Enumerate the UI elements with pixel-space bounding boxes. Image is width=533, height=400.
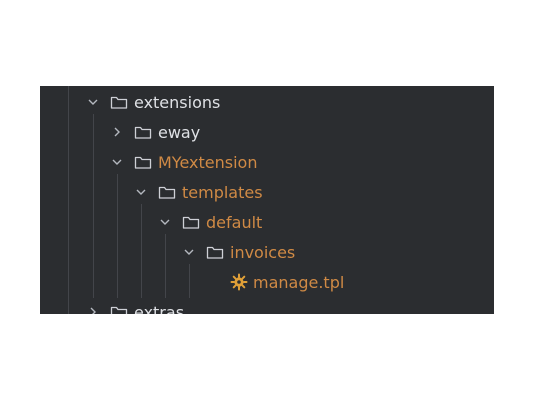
folder-icon [182, 215, 200, 230]
tree-item-label: eway [158, 122, 201, 142]
chevron-down-icon[interactable] [86, 95, 100, 109]
tree-item-extensions[interactable]: extensions [40, 87, 494, 117]
chevron-down-icon[interactable] [134, 185, 148, 199]
folder-icon [206, 245, 224, 260]
tree-item-manage-tpl[interactable]: manage.tpl [40, 267, 494, 297]
folder-icon [134, 155, 152, 170]
tree-item-templates[interactable]: templates [40, 177, 494, 207]
tree-item-extras[interactable]: extras [40, 297, 494, 314]
chevron-down-icon[interactable] [158, 215, 172, 229]
folder-icon [134, 125, 152, 140]
chevron-down-icon[interactable] [110, 155, 124, 169]
project-tree-panel: extensions eway MYextension templates de… [40, 86, 494, 314]
tree-item-myextension[interactable]: MYextension [40, 147, 494, 177]
tree-item-label: default [206, 212, 263, 232]
tree-item-label: templates [182, 182, 263, 202]
tree-item-label: manage.tpl [253, 272, 345, 292]
chevron-right-icon[interactable] [86, 305, 100, 314]
tree-item-label: MYextension [158, 152, 258, 172]
chevron-down-icon[interactable] [182, 245, 196, 259]
tree-item-eway[interactable]: eway [40, 117, 494, 147]
tree-item-label: extensions [134, 92, 221, 112]
tree-item-invoices[interactable]: invoices [40, 237, 494, 267]
folder-icon [158, 185, 176, 200]
chevron-right-icon[interactable] [110, 125, 124, 139]
folder-icon [110, 305, 128, 314]
tree-item-label: extras [134, 302, 185, 315]
gear-file-icon [230, 273, 248, 291]
tree-item-default[interactable]: default [40, 207, 494, 237]
tree-item-label: invoices [230, 242, 296, 262]
folder-icon [110, 95, 128, 110]
